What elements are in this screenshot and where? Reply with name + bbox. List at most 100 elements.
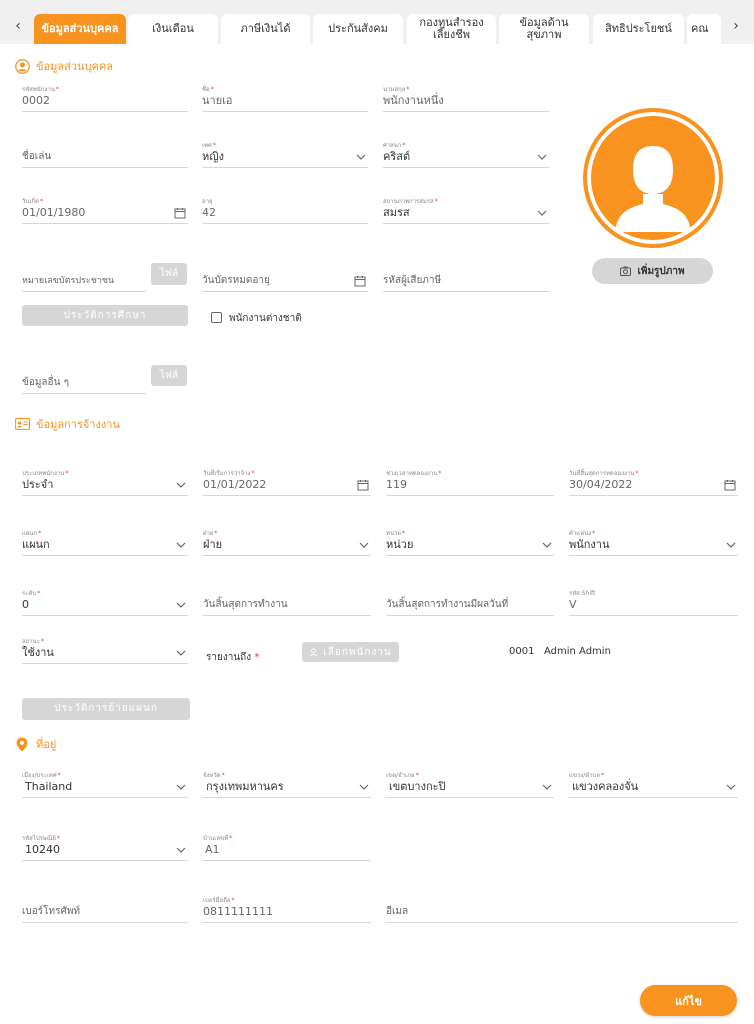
house-number-field[interactable]: บ้านเลขที่* A1 (203, 833, 371, 861)
position-select[interactable]: ตำแหน่ง* พนักงาน (569, 528, 738, 556)
tax-id-field[interactable]: รหัสผู้เสียภาษี (383, 264, 549, 292)
tab-provident-fund[interactable]: กองทุนสำรอง เลี้ยงชีพ (407, 14, 496, 44)
tab-income-tax[interactable]: ภาษีเงินได้ (221, 14, 310, 44)
district-value: เขตบางกะปิ (386, 778, 554, 798)
tab-benefits[interactable]: สิทธิประโยชน์ (593, 14, 684, 44)
id-card-file-button[interactable]: ไฟล์ (151, 263, 187, 285)
map-pin-icon (14, 736, 30, 752)
probation-end-text: 30/04/2022 (569, 478, 633, 491)
division-select[interactable]: ฝ่าย* ฝ่าย (203, 528, 371, 556)
gender-select[interactable]: เพศ* หญิง (202, 140, 368, 168)
employee-id-field[interactable]: รหัสพนักงาน* 0002 (22, 84, 188, 112)
shift-field: รหัส Shift V (569, 588, 738, 616)
tab-personal[interactable]: ข้อมูลส่วนบุคคล (34, 14, 126, 44)
other-info-file-button[interactable]: ไฟล์ (151, 365, 187, 386)
calendar-icon[interactable] (354, 275, 366, 287)
tax-id-placeholder: รหัสผู้เสียภาษี (383, 272, 549, 292)
email-placeholder: อีเมล (386, 903, 738, 923)
mobile-field[interactable]: เบอร์มือถือ* 0811111111 (203, 895, 371, 923)
probation-period-value: 119 (386, 476, 554, 496)
country-select[interactable]: เมือง/ประเทศ* Thailand (22, 770, 188, 798)
calendar-icon[interactable] (357, 479, 369, 491)
province-text: กรุงเทพมหานคร (206, 780, 284, 793)
level-select[interactable]: ระดับ* 0 (22, 588, 188, 616)
chevron-down-icon (176, 847, 186, 853)
position-text: พนักงาน (569, 538, 610, 551)
religion-select[interactable]: ศาสนา* คริสต์ (383, 140, 549, 168)
postcode-text: 10240 (25, 843, 60, 856)
division-text: ฝ่าย (203, 538, 223, 551)
unit-select[interactable]: หน่วย* หน่วย (386, 528, 554, 556)
department-history-button[interactable]: ประวัติการย้ายแผนก (22, 698, 190, 720)
start-date-field[interactable]: วันที่เริ่มการว่าจ้าง* 01/01/2022 (203, 468, 371, 496)
probation-period-field[interactable]: ช่วงเวลาทดลองงาน* 119 (386, 468, 554, 496)
marital-select[interactable]: สถานภาพการสมรส* สมรส (383, 196, 549, 224)
edit-button[interactable]: แก้ไข (640, 985, 737, 1016)
card-expiry-field[interactable]: วันบัตรหมดอายุ (202, 264, 368, 292)
profile-avatar (583, 108, 723, 248)
mobile-value: 0811111111 (203, 903, 371, 923)
employee-id-value: 0002 (22, 92, 188, 112)
foreign-employee-checkbox[interactable] (211, 312, 222, 323)
postcode-value: 10240 (22, 841, 188, 861)
gender-value-text: หญิง (202, 150, 224, 163)
district-text: เขตบางกะปิ (389, 780, 446, 793)
effective-end-placeholder: วันสิ้นสุดการทำงานมีผลวันที่ (386, 596, 554, 616)
foreign-employee-label: พนักงานต่างชาติ (229, 313, 302, 324)
phone-field[interactable]: เบอร์โทรศัพท์ (22, 895, 188, 923)
gender-value: หญิง (202, 148, 368, 168)
employee-type-select[interactable]: ประเภทพนักงาน* ประจำ (22, 468, 188, 496)
report-to-text: รายงานถึง (206, 652, 252, 663)
tab-prev-arrow-icon[interactable]: ‹ (6, 14, 30, 38)
tab-next-arrow-icon[interactable]: › (724, 14, 748, 38)
id-card-icon (14, 416, 30, 432)
chevron-down-icon (356, 154, 366, 160)
chevron-down-icon (176, 650, 186, 656)
department-value: แผนก (22, 536, 188, 556)
province-select[interactable]: จังหวัด* กรุงเทพมหานคร (203, 770, 371, 798)
division-value: ฝ่าย (203, 536, 371, 556)
tab-social-security[interactable]: ประกันสังคม (313, 14, 403, 44)
tab-salary[interactable]: เงินเดือน (128, 14, 218, 44)
chevron-down-icon (537, 210, 547, 216)
chevron-down-icon (359, 542, 369, 548)
start-date-value: 01/01/2022 (203, 476, 371, 496)
chevron-down-icon (542, 784, 552, 790)
district-select[interactable]: เขต/อำเภอ* เขตบางกะปิ (386, 770, 554, 798)
tab-more[interactable]: คณ (687, 14, 721, 44)
card-expiry-value: วันบัตรหมดอายุ (202, 272, 368, 292)
person-icon (14, 58, 30, 74)
age-field: อายุ 42 (202, 196, 368, 224)
subdistrict-select[interactable]: แขวง/ตำบล* แขวงคลองจั่น (569, 770, 738, 798)
department-select[interactable]: แผนก* แผนก (22, 528, 188, 556)
email-field[interactable]: อีเมล (386, 895, 738, 923)
religion-value: คริสต์ (383, 148, 549, 168)
person-silhouette-icon (615, 146, 691, 232)
nickname-field[interactable]: ชื่อเล่น (22, 140, 188, 168)
address-panel (0, 625, 754, 1024)
chevron-down-icon (359, 784, 369, 790)
add-photo-button[interactable]: เพิ่มรูปภาพ (592, 258, 713, 284)
status-select[interactable]: สถานะ* ใช้งาน (22, 636, 188, 664)
report-to-label: รายงานถึง * (206, 652, 260, 663)
select-employee-button[interactable]: เลือกพนักงาน (302, 642, 399, 662)
calendar-icon[interactable] (724, 479, 736, 491)
birthdate-value-text: 01/01/1980 (22, 206, 86, 219)
postcode-select[interactable]: รหัสไปรษณีย์* 10240 (22, 833, 188, 861)
tab-health[interactable]: ข้อมูลด้าน สุขภาพ (499, 14, 589, 44)
last-work-day-field[interactable]: วันสิ้นสุดการทำงาน (203, 588, 371, 616)
education-history-button[interactable]: ประวัติการศึกษา (22, 305, 188, 326)
address-section-label: ที่อยู่ (36, 738, 57, 751)
probation-end-field[interactable]: วันที่สิ้นสุดการทดลองงาน* 30/04/2022 (569, 468, 738, 496)
birthdate-field[interactable]: วันเกิด* 01/01/1980 (22, 196, 188, 224)
last-name-value: พนักงานหนึ่ง (383, 92, 549, 112)
last-work-day-placeholder: วันสิ้นสุดการทำงาน (203, 596, 371, 616)
probation-end-value: 30/04/2022 (569, 476, 738, 496)
other-info-field[interactable]: ข้อมูลอื่น ๆ (22, 366, 146, 394)
id-card-field[interactable]: หมายเลขบัตรประชาชน (22, 264, 146, 292)
position-value: พนักงาน (569, 536, 738, 556)
effective-end-field[interactable]: วันสิ้นสุดการทำงานมีผลวันที่ (386, 588, 554, 616)
last-name-field[interactable]: นามสกุล* พนักงานหนึ่ง (383, 84, 549, 112)
first-name-field[interactable]: ชื่อ* นายเอ (202, 84, 368, 112)
calendar-icon[interactable] (174, 207, 186, 219)
